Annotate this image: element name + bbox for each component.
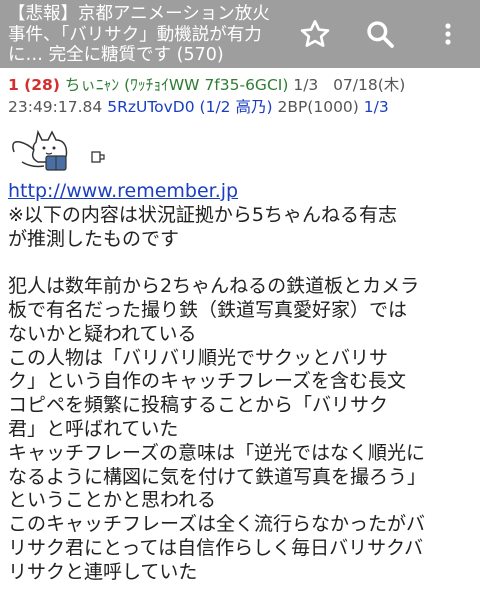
poster-id-count[interactable]: (1/2 高乃) [200, 98, 273, 116]
post-number[interactable]: 1 (28) [8, 76, 60, 94]
post-body-line: 板で有名だった撮り鉄（鉄道写真愛好家）では [8, 298, 408, 321]
app-bar: 【悲報】京都アニメーション放火 事件、「バリサク」動機説が有力 に… 完全に糖質… [0, 0, 480, 68]
post-body-line: ク」という自作のキャッチフレーズを含む長文 [8, 370, 407, 393]
thread-title: 【悲報】京都アニメーション放火 事件、「バリサク」動機説が有力 に… 完全に糖質… [8, 4, 300, 66]
favorite-button[interactable] [295, 14, 335, 54]
poster-trip: (ﾜｯﾁｮｲWW 7f35-6GCI) [124, 76, 289, 94]
search-button[interactable] [360, 14, 400, 54]
post-header: 1 (28) ちぃﾆｬﾝ (ﾜｯﾁｮｲWW 7f35-6GCI) 1/3 07/… [0, 68, 480, 118]
more-vert-icon [445, 23, 451, 45]
post-date: 07/18(木) [333, 76, 406, 94]
post-body: http://www.remember.jp ※以下の内容は状況証拠から5ちゃん… [0, 178, 480, 585]
thread-title-line: 【悲報】京都アニメーション放火 [8, 4, 270, 24]
post-body-line: キャッチフレーズの意味は「逆光ではなく順光に [8, 441, 426, 464]
post-body-line: コピペを頻繁に投稿することから「バリサク [8, 394, 389, 417]
search-icon [367, 21, 394, 48]
post-body-line: この人物は「バリバリ順光でサクッとバリサ [8, 346, 389, 369]
post-body-line: ないかと疑われている [8, 322, 197, 345]
thread-title-line: に… 完全に糖質です (570) [8, 45, 224, 65]
post-count: 1/3 [293, 76, 319, 94]
overflow-menu-button[interactable] [428, 14, 468, 54]
post-body-line: リサク君にとっては自信作らしく毎日バリサクバ [8, 536, 424, 559]
cat-icon [12, 129, 105, 171]
post-body-line: 君」と呼ばれていた [8, 417, 179, 440]
star-outline-icon [300, 20, 330, 47]
post-time: 23:49:17.84 [8, 98, 103, 116]
post-body-line: ということかと思われる [8, 489, 217, 512]
post-body-line: このキャッチフレーズは全く流行らなかったがバ [8, 513, 426, 536]
thread-title-line: 事件、「バリサク」動機説が有力 [8, 24, 262, 45]
post-body-line: が推測したものです [8, 227, 180, 250]
post-link[interactable]: http://www.remember.jp [8, 180, 238, 202]
be-count[interactable]: 1/3 [364, 98, 389, 116]
post-body-line: リサクと連呼していた [8, 560, 198, 583]
be-points: 2BP(1000) [277, 98, 359, 116]
post-body-line: なるように構図に気を付けて鉄道写真を撮ろう」 [8, 465, 427, 488]
poster-name: ちぃﾆｬﾝ [64, 76, 120, 94]
post-body-line: 犯人は数年前から2ちゃんねるの鉄道板とカメラ [8, 275, 420, 298]
post-body-line: ※以下の内容は状況証拠から5ちゃんねる有志 [8, 203, 398, 226]
poster-id[interactable]: 5RzUTovD0 [107, 98, 194, 116]
